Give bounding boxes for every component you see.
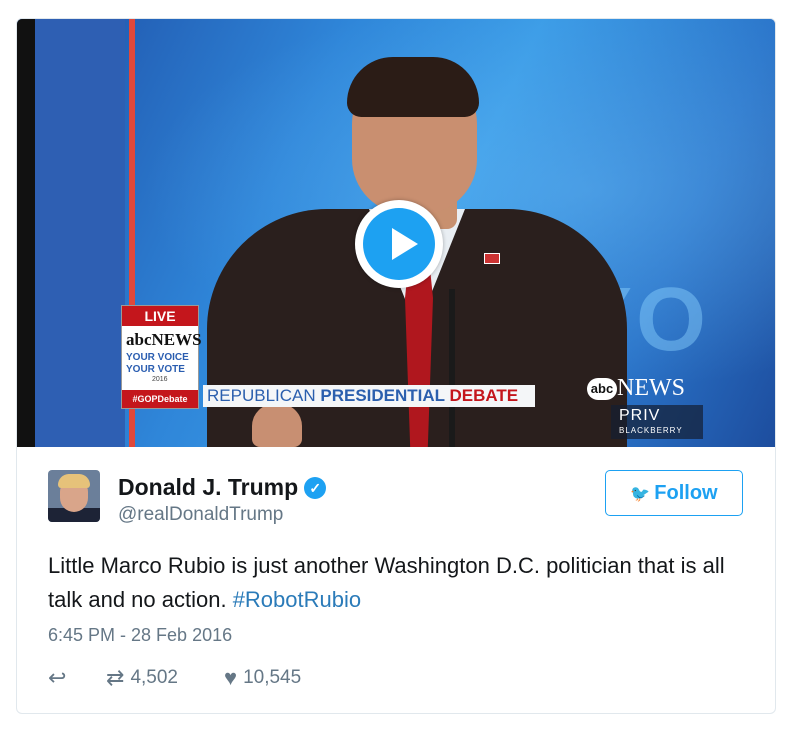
retweet-button[interactable]: ⇄ 4,502 bbox=[106, 665, 178, 691]
year-label: 2016 bbox=[152, 376, 168, 383]
reply-button[interactable]: ↩ bbox=[48, 665, 72, 691]
play-triangle bbox=[392, 228, 418, 260]
abc-logo-badge: abc bbox=[587, 378, 617, 401]
reply-icon: ↩ bbox=[48, 665, 67, 690]
blackberry-label: BLACKBERRY bbox=[619, 426, 683, 435]
speaker-hair bbox=[347, 57, 479, 117]
like-count: 10,545 bbox=[243, 667, 302, 688]
follow-button[interactable]: 🐦 Follow bbox=[605, 470, 743, 516]
banner-republican: REPUBLICAN bbox=[207, 386, 321, 405]
video-left-band bbox=[35, 19, 125, 447]
author-handle[interactable]: @realDonaldTrump bbox=[118, 504, 283, 526]
speaker-hand bbox=[252, 404, 302, 447]
flag-pin bbox=[484, 253, 500, 264]
follow-label: Follow bbox=[654, 482, 718, 504]
priv-sponsor: PRIV BLACKBERRY bbox=[611, 405, 703, 439]
banner-presidential: PRESIDENTIAL bbox=[320, 386, 450, 405]
author-name[interactable]: Donald J. Trump ✓ bbox=[118, 474, 327, 501]
banner-debate: DEBATE bbox=[449, 386, 519, 405]
live-label: LIVE bbox=[122, 306, 198, 326]
microphone bbox=[449, 289, 455, 447]
author-name-text: Donald J. Trump bbox=[118, 474, 299, 500]
play-button[interactable] bbox=[355, 200, 443, 288]
retweet-count: 4,502 bbox=[130, 667, 178, 688]
avatar[interactable] bbox=[48, 470, 100, 522]
abc-live-box: LIVE abcNEWS YOUR VOICE YOUR VOTE 2016 #… bbox=[121, 305, 202, 409]
twitter-bird-icon: 🐦 bbox=[630, 486, 651, 503]
abc-news-logo: abc NEWS bbox=[587, 375, 685, 402]
video-player[interactable]: YO LIVE abcNEWS YOUR VOICE YOUR VOTE 201… bbox=[17, 19, 775, 447]
like-button[interactable]: ♥ 10,545 bbox=[224, 665, 301, 691]
tweet-card: YO LIVE abcNEWS YOUR VOICE YOUR VOTE 201… bbox=[16, 18, 776, 714]
avatar-hair bbox=[58, 474, 90, 488]
hashtag-link[interactable]: #RobotRubio bbox=[233, 587, 361, 612]
tweet-text: Little Marco Rubio is just another Washi… bbox=[48, 549, 748, 617]
video-left-edge bbox=[17, 19, 35, 447]
play-icon bbox=[363, 208, 435, 280]
tweet-timestamp[interactable]: 6:45 PM - 28 Feb 2016 bbox=[48, 625, 232, 646]
tweet-text-body: Little Marco Rubio is just another Washi… bbox=[48, 553, 725, 612]
abc-news-small: abcNEWS bbox=[126, 330, 202, 349]
verified-icon: ✓ bbox=[304, 477, 327, 499]
your-voice: YOUR VOICE bbox=[126, 352, 189, 363]
gop-hashtag: #GOPDebate bbox=[122, 390, 198, 408]
priv-label: PRIV bbox=[619, 407, 661, 424]
retweet-icon: ⇄ bbox=[106, 665, 125, 690]
debate-banner: REPUBLICAN PRESIDENTIAL DEBATE bbox=[203, 385, 535, 407]
news-label: NEWS bbox=[617, 375, 685, 401]
heart-icon: ♥ bbox=[224, 665, 238, 690]
your-vote: YOUR VOTE bbox=[126, 364, 185, 375]
